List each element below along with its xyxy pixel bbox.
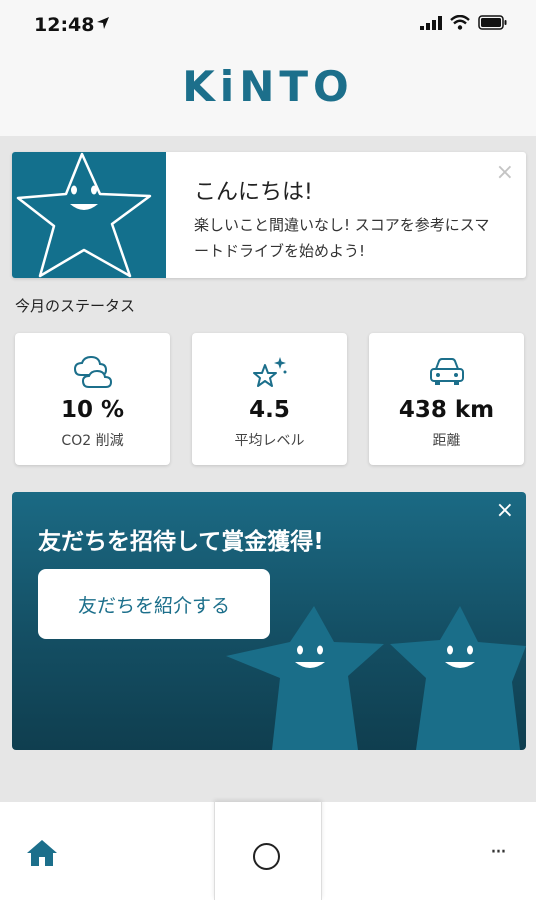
sparkle-star-icon <box>252 357 286 387</box>
level-label: 平均レベル <box>234 433 305 449</box>
distance-label: 距離 <box>432 433 461 449</box>
battery-icon <box>478 15 507 30</box>
wifi-icon <box>450 15 470 30</box>
greeting-message: 楽しいこと間違いなし! スコアを参考にスマートドライブを始めよう! <box>194 216 490 260</box>
greeting-close-icon[interactable]: × <box>496 160 514 185</box>
distance-value: 438 km <box>398 397 495 423</box>
invite-title: 友だちを招待して賞金獲得! <box>38 529 324 555</box>
level-value: 4.5 <box>249 397 290 423</box>
status-bar: 12:48 <box>0 0 536 44</box>
refer-friend-button[interactable]: 友だちを紹介する <box>38 569 270 639</box>
home-icon[interactable] <box>25 838 59 868</box>
greeting-title: こんにちは! <box>194 180 313 205</box>
stat-card-distance[interactable]: 438 km 距離 <box>369 333 524 465</box>
more-menu-icon[interactable]: ··· <box>490 840 507 865</box>
center-action-button[interactable] <box>214 802 322 900</box>
status-icons <box>420 15 508 30</box>
stat-card-level[interactable]: 4.5 平均レベル <box>192 333 347 465</box>
kinto-logo: KiNTO <box>182 62 354 111</box>
monthly-status-heading: 今月のステータス <box>15 297 136 315</box>
co2-value: 10 % <box>60 397 125 423</box>
stat-card-co2[interactable]: 10 % CO2 削減 <box>15 333 170 465</box>
status-time: 12:48 <box>34 14 95 36</box>
circle-icon <box>253 843 280 870</box>
invite-close-icon[interactable]: × <box>496 498 514 523</box>
location-arrow-icon <box>97 17 109 29</box>
invite-banner[interactable]: 友だちを招待して賞金獲得! × 友だちを紹介する <box>12 492 526 750</box>
cellular-signal-icon <box>420 15 442 30</box>
cloud-icon <box>73 355 112 388</box>
star-mascot-image <box>12 152 166 278</box>
car-icon <box>429 358 464 385</box>
co2-label: CO2 削減 <box>61 433 124 449</box>
app-header: KiNTO <box>0 44 536 136</box>
greeting-card[interactable]: こんにちは! 楽しいこと間違いなし! スコアを参考にスマートドライブを始めよう!… <box>12 152 526 278</box>
